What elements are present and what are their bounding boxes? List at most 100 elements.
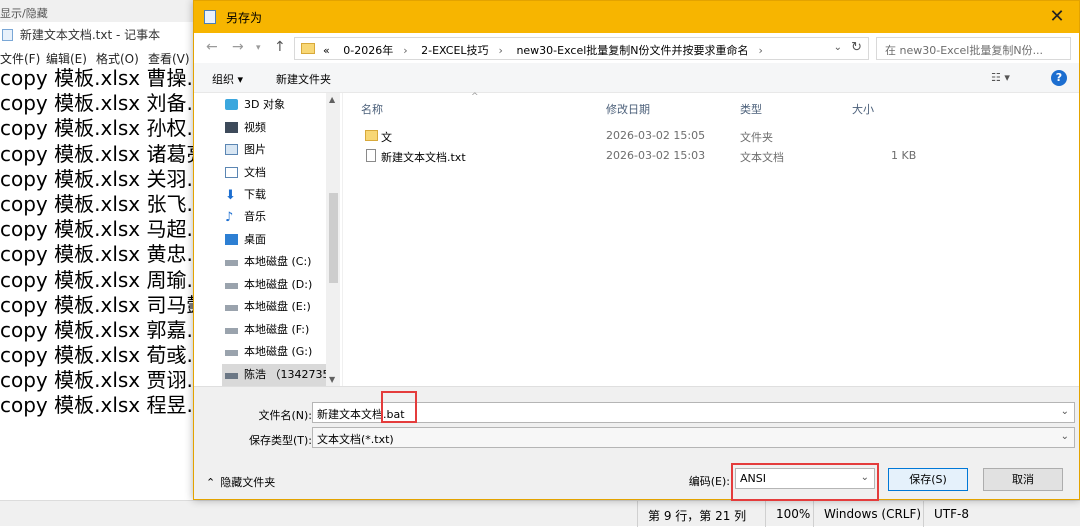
highlight-box	[731, 463, 879, 501]
new-folder-button[interactable]: 新建文件夹	[276, 71, 331, 87]
chevron-down-icon[interactable]: ⌄	[1061, 406, 1069, 417]
refresh-icon[interactable]: ↻	[851, 40, 862, 55]
nav-pane-scrollbar[interactable]: ▲ ▼	[326, 93, 340, 386]
nav-item-video[interactable]: 视频	[222, 117, 340, 139]
column-date[interactable]: 修改日期	[606, 101, 650, 117]
notepad-titlebar: 新建文本文档.txt - 记事本	[0, 22, 200, 44]
notepad-menubar: 文件(F) 编辑(E) 格式(O) 查看(V)	[0, 46, 200, 68]
file-name: 新建文本文档.txt	[381, 151, 466, 164]
help-icon[interactable]: ?	[1051, 70, 1067, 86]
address-bar[interactable]: « 0-2026年 › 2-EXCEL技巧 › new30-Excel批量复制N份文…	[294, 37, 869, 60]
column-name[interactable]: 名称	[361, 101, 383, 117]
close-icon[interactable]: ✕	[1045, 5, 1069, 29]
dialog-notepad-icon	[204, 10, 216, 24]
text-line: copy 模板.xlsx 司马懿.xlsx	[0, 292, 200, 317]
text-line: copy 模板.xlsx 程昱.xlsx	[0, 393, 200, 418]
notepad-text-area[interactable]: copy 模板.xlsx 曹操.xlsx copy 模板.xlsx 刘备.xls…	[0, 66, 200, 426]
breadcrumb-item[interactable]: 2-EXCEL技巧	[421, 44, 488, 57]
file-list: ^ 名称 修改日期 类型 大小 文 2026-03-02 15:05 文件夹 新…	[342, 92, 1080, 386]
text-line: copy 模板.xlsx 周瑜.xlsx	[0, 267, 200, 292]
notepad-icon	[2, 29, 13, 41]
back-arrow-icon[interactable]: ←	[206, 39, 218, 55]
column-type[interactable]: 类型	[740, 101, 762, 117]
text-line: copy 模板.xlsx 关羽.xlsx	[0, 166, 200, 191]
status-line-ending: Windows (CRLF)	[813, 501, 923, 527]
drive-icon	[225, 283, 238, 289]
menu-edit[interactable]: 编辑(E)	[46, 50, 87, 67]
scroll-down-icon[interactable]: ▼	[329, 375, 335, 384]
file-type: 文件夹	[740, 131, 773, 144]
nav-item-drive-d[interactable]: 本地磁盘 (D:)	[222, 274, 340, 296]
filename-input[interactable]: 新建文本文档.bat ⌄	[312, 402, 1075, 423]
nav-item-desktop[interactable]: 桌面	[222, 229, 340, 251]
nav-item-music[interactable]: ♪ 音乐	[222, 206, 340, 228]
file-type: 文本文档	[740, 151, 784, 164]
nav-item-documents[interactable]: 文档	[222, 162, 340, 184]
breadcrumb-separator-icon: ›	[758, 44, 763, 57]
breadcrumb-item[interactable]: 0-2026年	[343, 44, 393, 57]
cancel-button[interactable]: 取消	[983, 468, 1063, 491]
toolbar: 组织 ▾ 新建文件夹 ☷ ▾ ?	[194, 63, 1079, 93]
3d-objects-icon	[225, 99, 238, 110]
highlight-box	[381, 391, 417, 423]
hide-folders-toggle[interactable]: ⌃ 隐藏文件夹	[206, 474, 275, 490]
encoding-label: 编码(E):	[688, 475, 730, 488]
menu-file[interactable]: 文件(F)	[0, 50, 40, 67]
sort-indicator-icon: ^	[471, 92, 479, 102]
scroll-up-icon[interactable]: ▲	[329, 95, 335, 104]
drive-icon	[225, 328, 238, 334]
text-line: copy 模板.xlsx 曹操.xlsx	[0, 66, 200, 90]
nav-item-network-drive[interactable]: 陈浩 （1342735	[222, 364, 340, 386]
save-button[interactable]: 保存(S)	[888, 468, 968, 491]
recent-chevron-icon[interactable]: ▾	[256, 43, 261, 53]
text-line: copy 模板.xlsx 诸葛亮.xlsx	[0, 141, 200, 166]
nav-item-drive-g[interactable]: 本地磁盘 (G:)	[222, 341, 340, 363]
address-dropdown-icon[interactable]: ⌄	[834, 42, 842, 53]
menu-view[interactable]: 查看(V)	[148, 50, 190, 67]
nav-item-drive-c[interactable]: 本地磁盘 (C:)	[222, 251, 340, 273]
nav-item-drive-f[interactable]: 本地磁盘 (F:)	[222, 319, 340, 341]
nav-item-drive-e[interactable]: 本地磁盘 (E:)	[222, 296, 340, 318]
folder-icon	[365, 130, 378, 141]
drive-icon	[225, 350, 238, 356]
file-row[interactable]: 新建文本文档.txt 2026-03-02 15:03 文本文档 1 KB	[343, 146, 1080, 166]
text-line: copy 模板.xlsx 刘备.xlsx	[0, 91, 200, 116]
downloads-icon: ⬇	[225, 188, 236, 203]
column-size[interactable]: 大小	[852, 101, 874, 117]
nav-item-3d-objects[interactable]: 3D 对象	[222, 94, 340, 116]
scrollbar-thumb[interactable]	[329, 193, 338, 283]
menu-format[interactable]: 格式(O)	[96, 50, 139, 67]
search-input[interactable]: 在 new30-Excel批量复制N份...	[876, 37, 1071, 60]
forward-arrow-icon[interactable]: →	[232, 39, 244, 55]
text-line: copy 模板.xlsx 张飞.xlsx	[0, 191, 200, 216]
chevron-down-icon[interactable]: ⌄	[1061, 431, 1069, 442]
nav-item-pictures[interactable]: 图片	[222, 139, 340, 161]
drive-icon	[225, 305, 238, 311]
status-encoding: UTF-8	[923, 501, 1080, 527]
filename-label: 文件名(N):	[258, 409, 312, 422]
music-icon: ♪	[225, 210, 234, 225]
view-options-icon[interactable]: ☷ ▾	[991, 71, 1010, 84]
file-row[interactable]: 文 2026-03-02 15:05 文件夹	[343, 126, 1080, 146]
save-as-dialog: 另存为 ✕ ← → ▾ ↑ « 0-2026年 › 2-EXCEL技巧 › new3…	[193, 0, 1080, 501]
documents-icon	[225, 167, 238, 178]
text-line: copy 模板.xlsx 郭嘉.xlsx	[0, 317, 200, 342]
nav-item-downloads[interactable]: ⬇ 下载	[222, 184, 340, 206]
video-icon	[225, 122, 238, 133]
pictures-icon	[225, 144, 238, 155]
dialog-titlebar[interactable]: 另存为 ✕	[194, 1, 1079, 33]
file-name: 文	[381, 131, 392, 144]
breadcrumb-item[interactable]: new30-Excel批量复制N份文件并按要求重命名	[516, 44, 748, 57]
breadcrumb-separator-icon: ›	[403, 44, 408, 57]
breadcrumb-overflow[interactable]: «	[323, 44, 330, 57]
organize-button[interactable]: 组织 ▾	[212, 71, 243, 87]
text-line: copy 模板.xlsx 孙权.xlsx	[0, 116, 200, 141]
notepad-statusbar: 第 9 行，第 21 列 100% Windows (CRLF) UTF-8	[0, 500, 1080, 527]
chevron-up-icon: ⌃	[206, 476, 216, 489]
file-date: 2026-03-02 15:05	[606, 129, 706, 142]
filetype-select[interactable]: 文本文档(*.txt) ⌄	[312, 427, 1075, 448]
up-arrow-icon[interactable]: ↑	[274, 39, 286, 55]
dialog-title: 另存为	[226, 11, 263, 25]
file-size: 1 KB	[891, 149, 917, 162]
notepad-title: 新建文本文档.txt - 记事本	[19, 28, 161, 42]
